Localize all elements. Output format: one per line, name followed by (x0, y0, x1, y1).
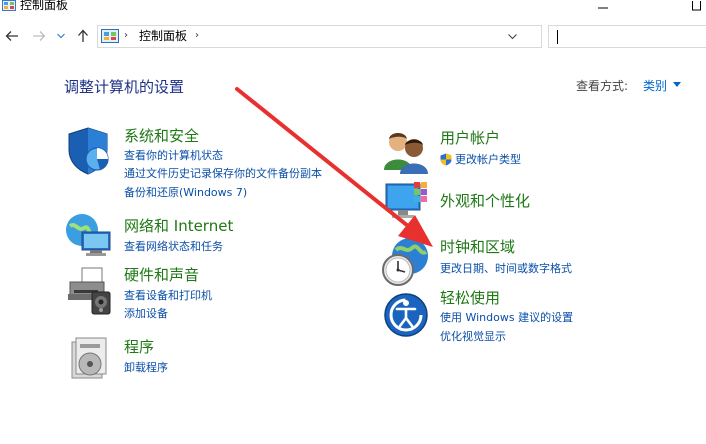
breadcrumb-control-panel[interactable]: 控制面板 (139, 29, 187, 44)
category-title-appearance[interactable]: 外观和个性化 (440, 192, 530, 210)
category-title-hardware-sound[interactable]: 硬件和声音 (124, 266, 199, 284)
maximize-icon (692, 0, 701, 11)
window-title: 控制面板 (20, 0, 69, 12)
category-title-programs[interactable]: 程序 (124, 338, 154, 356)
recent-locations-button[interactable] (55, 26, 67, 46)
link-change-account-type[interactable]: 更改帐户类型 (455, 153, 521, 167)
link-change-date-time-format[interactable]: 更改日期、时间或数字格式 (440, 262, 572, 276)
navigation-bar: › 控制面板 › (0, 24, 706, 50)
address-bar[interactable]: › 控制面板 › (97, 25, 633, 48)
breadcrumb-separator-icon[interactable]: › (124, 30, 128, 41)
address-dropdown-icon[interactable] (508, 34, 517, 40)
link-add-device[interactable]: 添加设备 (124, 307, 168, 321)
text-caret (557, 30, 558, 44)
chevron-down-icon[interactable] (673, 82, 681, 87)
minimize-button[interactable] (580, 0, 626, 14)
program-disc-icon[interactable] (70, 336, 110, 382)
category-title-clock-region[interactable]: 时钟和区域 (440, 238, 515, 256)
network-globe-icon[interactable] (64, 212, 114, 258)
back-arrow-icon (5, 31, 18, 41)
category-title-ease-of-access[interactable]: 轻松使用 (440, 289, 500, 307)
search-input[interactable] (548, 25, 706, 48)
users-icon[interactable] (382, 130, 432, 174)
link-file-history-backup[interactable]: 通过文件历史记录保存你的文件备份副本 (124, 167, 322, 181)
address-divider (522, 26, 523, 47)
up-arrow-icon (78, 29, 88, 42)
title-bar: 控制面板 (0, 0, 706, 22)
breadcrumb-separator-icon[interactable]: › (195, 30, 199, 41)
back-button[interactable] (3, 26, 21, 46)
category-title-user-accounts[interactable]: 用户帐户 (440, 129, 500, 147)
view-by-dropdown[interactable]: 类别 (643, 77, 667, 94)
link-view-network-status[interactable]: 查看网络状态和任务 (124, 240, 223, 254)
uac-shield-icon (440, 153, 452, 166)
minimize-icon (598, 7, 608, 9)
link-view-computer-status[interactable]: 查看你的计算机状态 (124, 149, 223, 163)
view-by-label: 查看方式: (576, 79, 629, 93)
category-title-system-security[interactable]: 系统和安全 (124, 127, 199, 145)
printer-icon[interactable] (64, 266, 114, 318)
shield-icon[interactable] (66, 126, 110, 176)
control-panel-window: 控制面板 › 控制面板 › 调整计算机的设置 查看方式: 类别 系统和安全 查看… (0, 0, 706, 444)
forward-arrow-icon (33, 31, 46, 41)
control-panel-icon (2, 0, 16, 11)
link-windows-suggested-settings[interactable]: 使用 Windows 建议的设置 (440, 311, 573, 325)
link-uninstall-program[interactable]: 卸载程序 (124, 361, 168, 375)
page-title: 调整计算机的设置 (64, 78, 185, 96)
clock-globe-icon[interactable] (380, 236, 432, 288)
link-optimize-visual-display[interactable]: 优化视觉显示 (440, 330, 506, 344)
control-panel-icon (101, 29, 119, 43)
up-button[interactable] (74, 26, 92, 46)
maximize-button[interactable] (672, 0, 706, 14)
chevron-down-icon (57, 33, 65, 39)
monitor-palette-icon[interactable] (384, 180, 432, 224)
link-view-devices-printers[interactable]: 查看设备和打印机 (124, 289, 212, 303)
link-backup-restore[interactable]: 备份和还原(Windows 7) (124, 186, 247, 200)
category-title-network-internet[interactable]: 网络和 Internet (124, 217, 233, 235)
ease-of-access-icon[interactable] (383, 292, 429, 338)
forward-button[interactable] (30, 26, 48, 46)
